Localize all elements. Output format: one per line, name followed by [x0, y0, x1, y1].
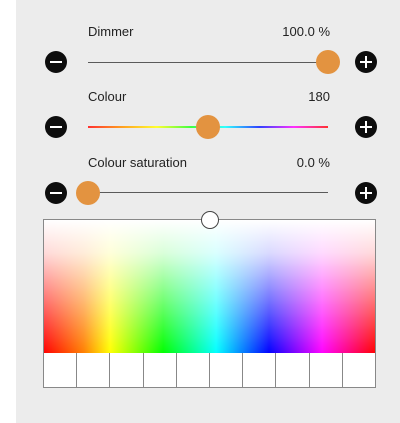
saturation-slider-track[interactable]: [88, 192, 328, 193]
picker-handle[interactable]: [200, 211, 219, 229]
preset-swatch[interactable]: [175, 353, 210, 387]
preset-swatch[interactable]: [109, 353, 143, 387]
dimmer-slider-track[interactable]: [88, 62, 328, 63]
saturation-decrease-button[interactable]: [45, 182, 67, 204]
colour-label: Colour: [88, 89, 127, 104]
dimmer-decrease-button[interactable]: [45, 51, 67, 73]
colour-slider-thumb[interactable]: [196, 115, 220, 139]
preset-swatch[interactable]: [242, 353, 276, 387]
saturation-slider-thumb[interactable]: [76, 181, 100, 205]
dimmer-label: Dimmer: [88, 24, 134, 39]
preset-swatch-row: [43, 353, 376, 388]
dimmer-slider-thumb[interactable]: [316, 50, 340, 74]
preset-swatch[interactable]: [341, 353, 376, 387]
preset-swatch[interactable]: [308, 353, 342, 387]
dimmer-increase-button[interactable]: [355, 51, 377, 73]
preset-swatch[interactable]: [142, 353, 176, 387]
preset-swatch[interactable]: [275, 353, 309, 387]
preset-swatch[interactable]: [209, 353, 243, 387]
saturation-label: Colour saturation: [88, 155, 187, 170]
saturation-value: 0.0 %: [296, 155, 330, 170]
dimmer-value: 100.0 %: [282, 24, 330, 39]
colour-spectrum-picker[interactable]: [43, 211, 376, 355]
colour-decrease-button[interactable]: [45, 116, 67, 138]
preset-swatch[interactable]: [44, 353, 77, 387]
colour-increase-button[interactable]: [355, 116, 377, 138]
colour-value: 180: [308, 89, 330, 104]
preset-swatch[interactable]: [76, 353, 110, 387]
saturation-increase-button[interactable]: [355, 182, 377, 204]
